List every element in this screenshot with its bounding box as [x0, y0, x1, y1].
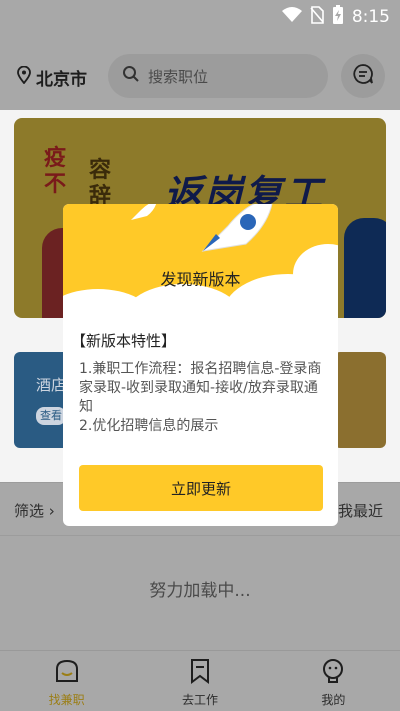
battery-charging-icon	[332, 5, 344, 29]
search-icon	[122, 65, 140, 87]
tab-label: 我的	[321, 693, 346, 707]
feature-item: 2.优化招聘信息的展示	[79, 418, 219, 434]
small-rocket-icon	[129, 204, 159, 226]
tab-go-work[interactable]: 去工作	[133, 651, 266, 711]
update-now-button[interactable]: 立即更新	[79, 465, 323, 511]
message-button[interactable]	[341, 54, 385, 98]
tab-bar: 找兼职 去工作 我的	[0, 650, 400, 711]
feature-item: 1.兼职工作流程：报名招聘信息-登录商家录取-收到录取通知-接收/放弃录取通知	[79, 361, 322, 415]
profile-icon	[319, 657, 347, 689]
promo-card-right[interactable]	[334, 352, 386, 448]
update-dialog-header: 发现新版本	[63, 204, 338, 324]
tab-label: 去工作	[181, 693, 218, 707]
search-input[interactable]: 搜索职位	[108, 54, 328, 98]
worker-figure-right	[344, 218, 386, 318]
bookmark-icon	[186, 657, 214, 689]
message-icon	[352, 63, 374, 89]
status-bar: 8:15	[0, 0, 400, 32]
tab-find-job[interactable]: 找兼职	[0, 651, 133, 711]
city-selector[interactable]: 北京市	[16, 65, 87, 90]
search-placeholder: 搜索职位	[148, 67, 209, 86]
update-dialog: 发现新版本 【新版本特性】 1.兼职工作流程：报名招聘信息-登录商家录取-收到录…	[63, 204, 338, 526]
home-icon	[53, 657, 81, 689]
update-dialog-title: 发现新版本	[160, 270, 241, 289]
hotel-card-badge: 查看	[36, 407, 66, 425]
wifi-icon	[281, 7, 302, 27]
tab-label: 找兼职	[48, 693, 85, 707]
hotel-card-title: 酒店	[36, 376, 67, 394]
banner-left-text-2: 容 辞	[89, 158, 112, 209]
status-time: 8:15	[351, 7, 390, 27]
loading-text: 努力加载中...	[149, 581, 251, 601]
tab-profile[interactable]: 我的	[267, 651, 400, 711]
city-label: 北京市	[36, 70, 87, 90]
no-sim-icon	[310, 6, 324, 28]
rocket-icon	[198, 204, 278, 260]
location-pin-icon	[16, 65, 32, 89]
filter-button[interactable]: 筛选 ›	[14, 500, 55, 521]
header: 北京市 搜索职位	[0, 32, 400, 110]
feature-heading: 【新版本特性】	[71, 332, 177, 350]
feature-list: 1.兼职工作流程：报名招聘信息-登录商家录取-收到录取通知-接收/放弃录取通知 …	[79, 360, 329, 436]
recent-filter[interactable]: 我最近	[338, 500, 383, 521]
